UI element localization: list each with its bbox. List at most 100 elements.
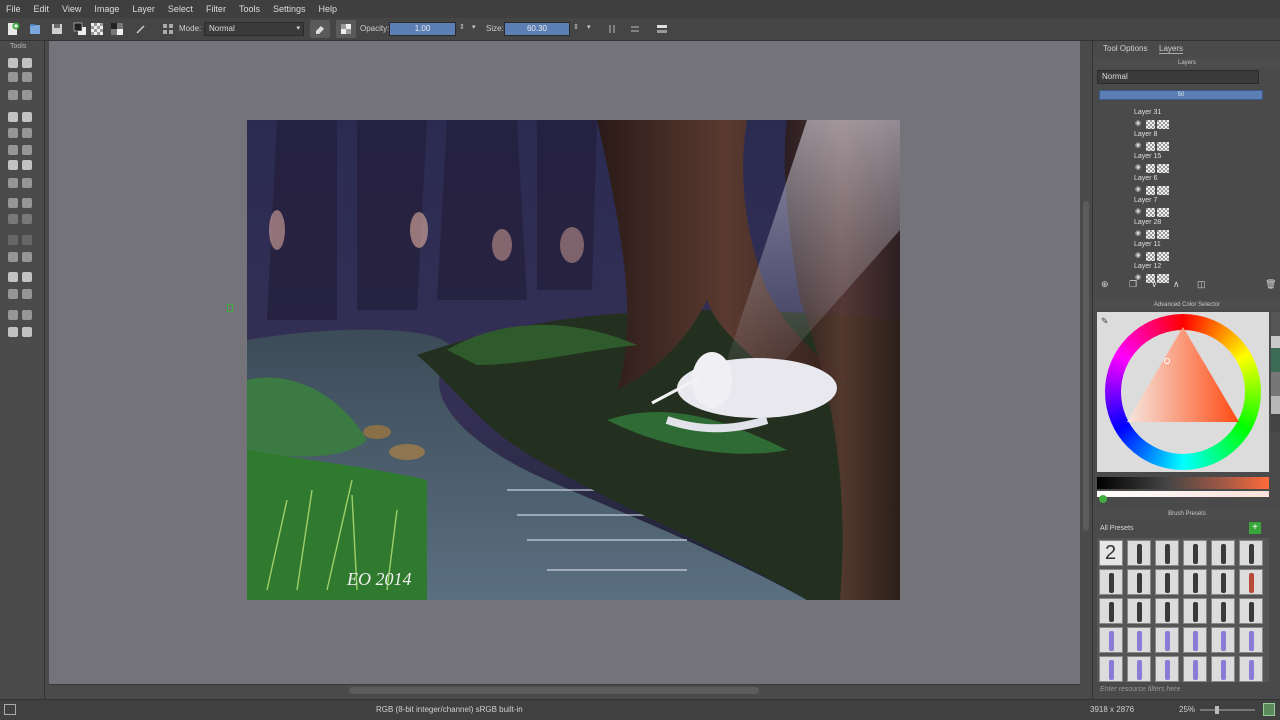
grid-tool-icon[interactable] [8,252,18,262]
add-preset-button[interactable]: + [1249,522,1261,534]
duplicate-layer-icon[interactable]: ❐ [1129,279,1137,290]
size-dropdown-icon[interactable]: ▾ [587,23,591,31]
menu-edit[interactable]: Edit [34,4,50,14]
zoom-slider[interactable] [1200,706,1255,714]
brush-preset-item[interactable] [1127,598,1151,624]
mini-gradient-bar[interactable] [1097,491,1269,497]
new-document-button[interactable] [4,20,22,38]
delete-layer-icon[interactable]: 🗑 [1265,279,1276,290]
menu-image[interactable]: Image [94,4,119,14]
gradient-tool-icon[interactable] [22,90,32,100]
assistant-tool-icon[interactable] [8,235,18,245]
color-triangle[interactable] [1127,327,1239,427]
resource-filter-input[interactable]: Enter resource filters here [1097,684,1269,696]
pattern-button[interactable] [89,20,105,38]
layer-row[interactable]: Layer 15 ◉ [1101,153,1269,173]
menu-help[interactable]: Help [318,4,337,14]
layer-row[interactable]: Layer 7 ◉ [1101,197,1269,217]
erase-mode-button[interactable] [310,20,330,38]
menu-settings[interactable]: Settings [273,4,306,14]
measure-tool-icon[interactable] [22,198,32,208]
save-button[interactable] [48,20,66,38]
layer-row[interactable]: Layer 28 ◉ [1101,219,1269,239]
freehand-path-tool-icon[interactable] [8,145,18,155]
visibility-eye-icon[interactable]: ◉ [1135,119,1144,128]
mirror-horizontal-button[interactable] [603,20,621,38]
layer-row[interactable]: Layer 31 ◉ [1101,109,1269,129]
similar-select-tool-icon[interactable] [22,310,32,320]
brush-preset-item[interactable]: 2 [1099,540,1123,566]
ellipse-select-tool-icon[interactable] [22,272,32,282]
edit-brush-settings-button[interactable] [160,20,176,38]
color-picker-tool-icon[interactable] [8,214,18,224]
lock-alpha-icon[interactable] [1146,164,1155,173]
fill-tool-icon[interactable] [8,90,18,100]
layer-row[interactable]: Layer 6 ◉ [1101,175,1269,195]
layer-opacity-bar[interactable]: 50 [1099,90,1263,100]
brush-preset-item[interactable] [1211,656,1235,682]
brush-preset-item[interactable] [1127,656,1151,682]
brush-preset-item[interactable] [1211,627,1235,653]
size-spin-icon[interactable]: ⇕ [573,23,579,31]
rect-select-tool-icon[interactable] [8,272,18,282]
menu-filter[interactable]: Filter [206,4,226,14]
line-tool-icon[interactable] [22,214,32,224]
layer-row[interactable]: Layer 8 ◉ [1101,131,1269,151]
edit-shapes-tool-icon[interactable] [22,58,32,68]
brush-preset-item[interactable] [1127,627,1151,653]
bezier-select-tool-icon[interactable] [8,327,18,337]
brush-preset-item[interactable] [1239,627,1263,653]
visibility-eye-icon[interactable]: ◉ [1135,141,1144,150]
brush-preset-button[interactable] [133,20,149,38]
opacity-slider[interactable]: 1.00 [389,22,456,36]
brush-preset-item[interactable] [1183,656,1207,682]
lock-alpha-icon[interactable] [1146,252,1155,261]
brush-preset-item[interactable] [1239,656,1263,682]
bezier-tool-icon[interactable] [22,145,32,155]
brush-preset-item[interactable] [1127,540,1151,566]
lock-alpha-icon[interactable] [1146,208,1155,217]
brush-preset-item[interactable] [1183,540,1207,566]
size-slider[interactable]: 60.30 [504,22,570,36]
status-menu-icon[interactable] [4,704,16,715]
blend-mode-select[interactable]: Normal ▾ [204,22,304,36]
move-down-icon[interactable]: ∨ [1151,279,1158,290]
visibility-eye-icon[interactable]: ◉ [1135,229,1144,238]
mirror-vertical-button[interactable] [626,20,644,38]
brush-preset-item[interactable] [1099,656,1123,682]
multibrush-tool-icon[interactable] [8,72,18,82]
select-shapes-tool-icon[interactable] [8,58,18,68]
polyline-tool-icon[interactable] [22,128,32,138]
transform-tool-icon[interactable] [8,198,18,208]
add-layer-icon[interactable]: ⊕ [1101,279,1109,290]
brush-preset-item[interactable] [1239,598,1263,624]
value-gradient-bar[interactable] [1097,477,1269,489]
visibility-eye-icon[interactable]: ◉ [1135,251,1144,260]
multibrush-2-tool-icon[interactable] [22,160,32,170]
lock-alpha-icon[interactable] [1146,142,1155,151]
menu-tools[interactable]: Tools [239,4,260,14]
lock-alpha-icon[interactable] [1146,120,1155,129]
visibility-eye-icon[interactable]: ◉ [1135,163,1144,172]
color-swatch-button[interactable] [70,20,90,38]
layer-list[interactable]: Layer 31 ◉ Layer 8 ◉ Layer 15 ◉ Layer 6 ◉ Layer … [1093,107,1271,283]
menu-select[interactable]: Select [168,4,193,14]
vertical-scrollbar[interactable] [1080,41,1092,684]
dynamic-brush-tool-icon[interactable] [8,160,18,170]
brush-preset-item[interactable] [1127,569,1151,595]
brush-preset-item[interactable] [1239,569,1263,595]
menu-view[interactable]: View [62,4,81,14]
horizontal-scrollbar[interactable] [49,684,1080,696]
brush-preset-item[interactable] [1211,598,1235,624]
brush-preset-item[interactable] [1239,540,1263,566]
lock-alpha-icon[interactable] [1146,186,1155,195]
freehand-select-tool-icon[interactable] [22,289,32,299]
brush-preset-item[interactable] [1183,598,1207,624]
gradient-button[interactable] [108,20,126,38]
polygon-tool-icon[interactable] [8,128,18,138]
brush-preset-item[interactable] [1155,627,1179,653]
poly-select-tool-icon[interactable] [8,289,18,299]
properties-icon[interactable]: ◫ [1197,279,1206,290]
magnetic-select-tool-icon[interactable] [22,327,32,337]
vertical-scroll-thumb[interactable] [1083,201,1089,531]
